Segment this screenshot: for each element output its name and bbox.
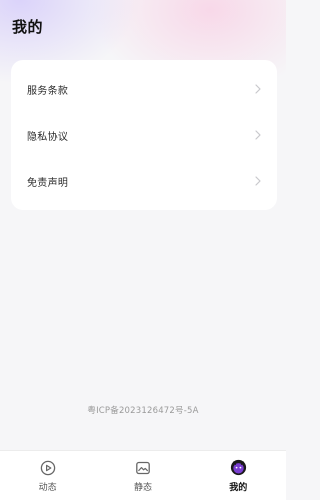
- menu-item-label: 服务条款: [27, 85, 69, 97]
- image-icon: [134, 459, 152, 477]
- play-circle-icon: [39, 459, 57, 477]
- menu-item-privacy-policy[interactable]: 隐私协议: [11, 112, 277, 158]
- tab-label: 我的: [229, 482, 248, 493]
- tab-mine[interactable]: 我的: [193, 459, 283, 493]
- tab-static[interactable]: 静态: [98, 459, 188, 493]
- menu-item-label: 免责声明: [27, 177, 69, 189]
- menu-item-disclaimer[interactable]: 免责声明: [11, 158, 277, 204]
- tab-dynamic[interactable]: 动态: [3, 459, 93, 493]
- menu-item-label: 隐私协议: [27, 131, 69, 143]
- page-title: 我的: [12, 18, 44, 36]
- menu-item-terms-of-service[interactable]: 服务条款: [11, 66, 277, 112]
- chevron-right-icon: [253, 84, 263, 94]
- tab-label: 动态: [38, 482, 57, 493]
- chevron-right-icon: [253, 176, 263, 186]
- tab-label: 静态: [133, 482, 152, 493]
- settings-menu-card: 服务条款 隐私协议 免责声明: [11, 60, 277, 210]
- avatar-face-icon: [229, 459, 247, 477]
- chevron-right-icon: [253, 130, 263, 140]
- icp-license-text[interactable]: 粤ICP备2023126472号-5A: [0, 404, 286, 416]
- bottom-tab-bar: 动态 静态 我的: [0, 450, 286, 500]
